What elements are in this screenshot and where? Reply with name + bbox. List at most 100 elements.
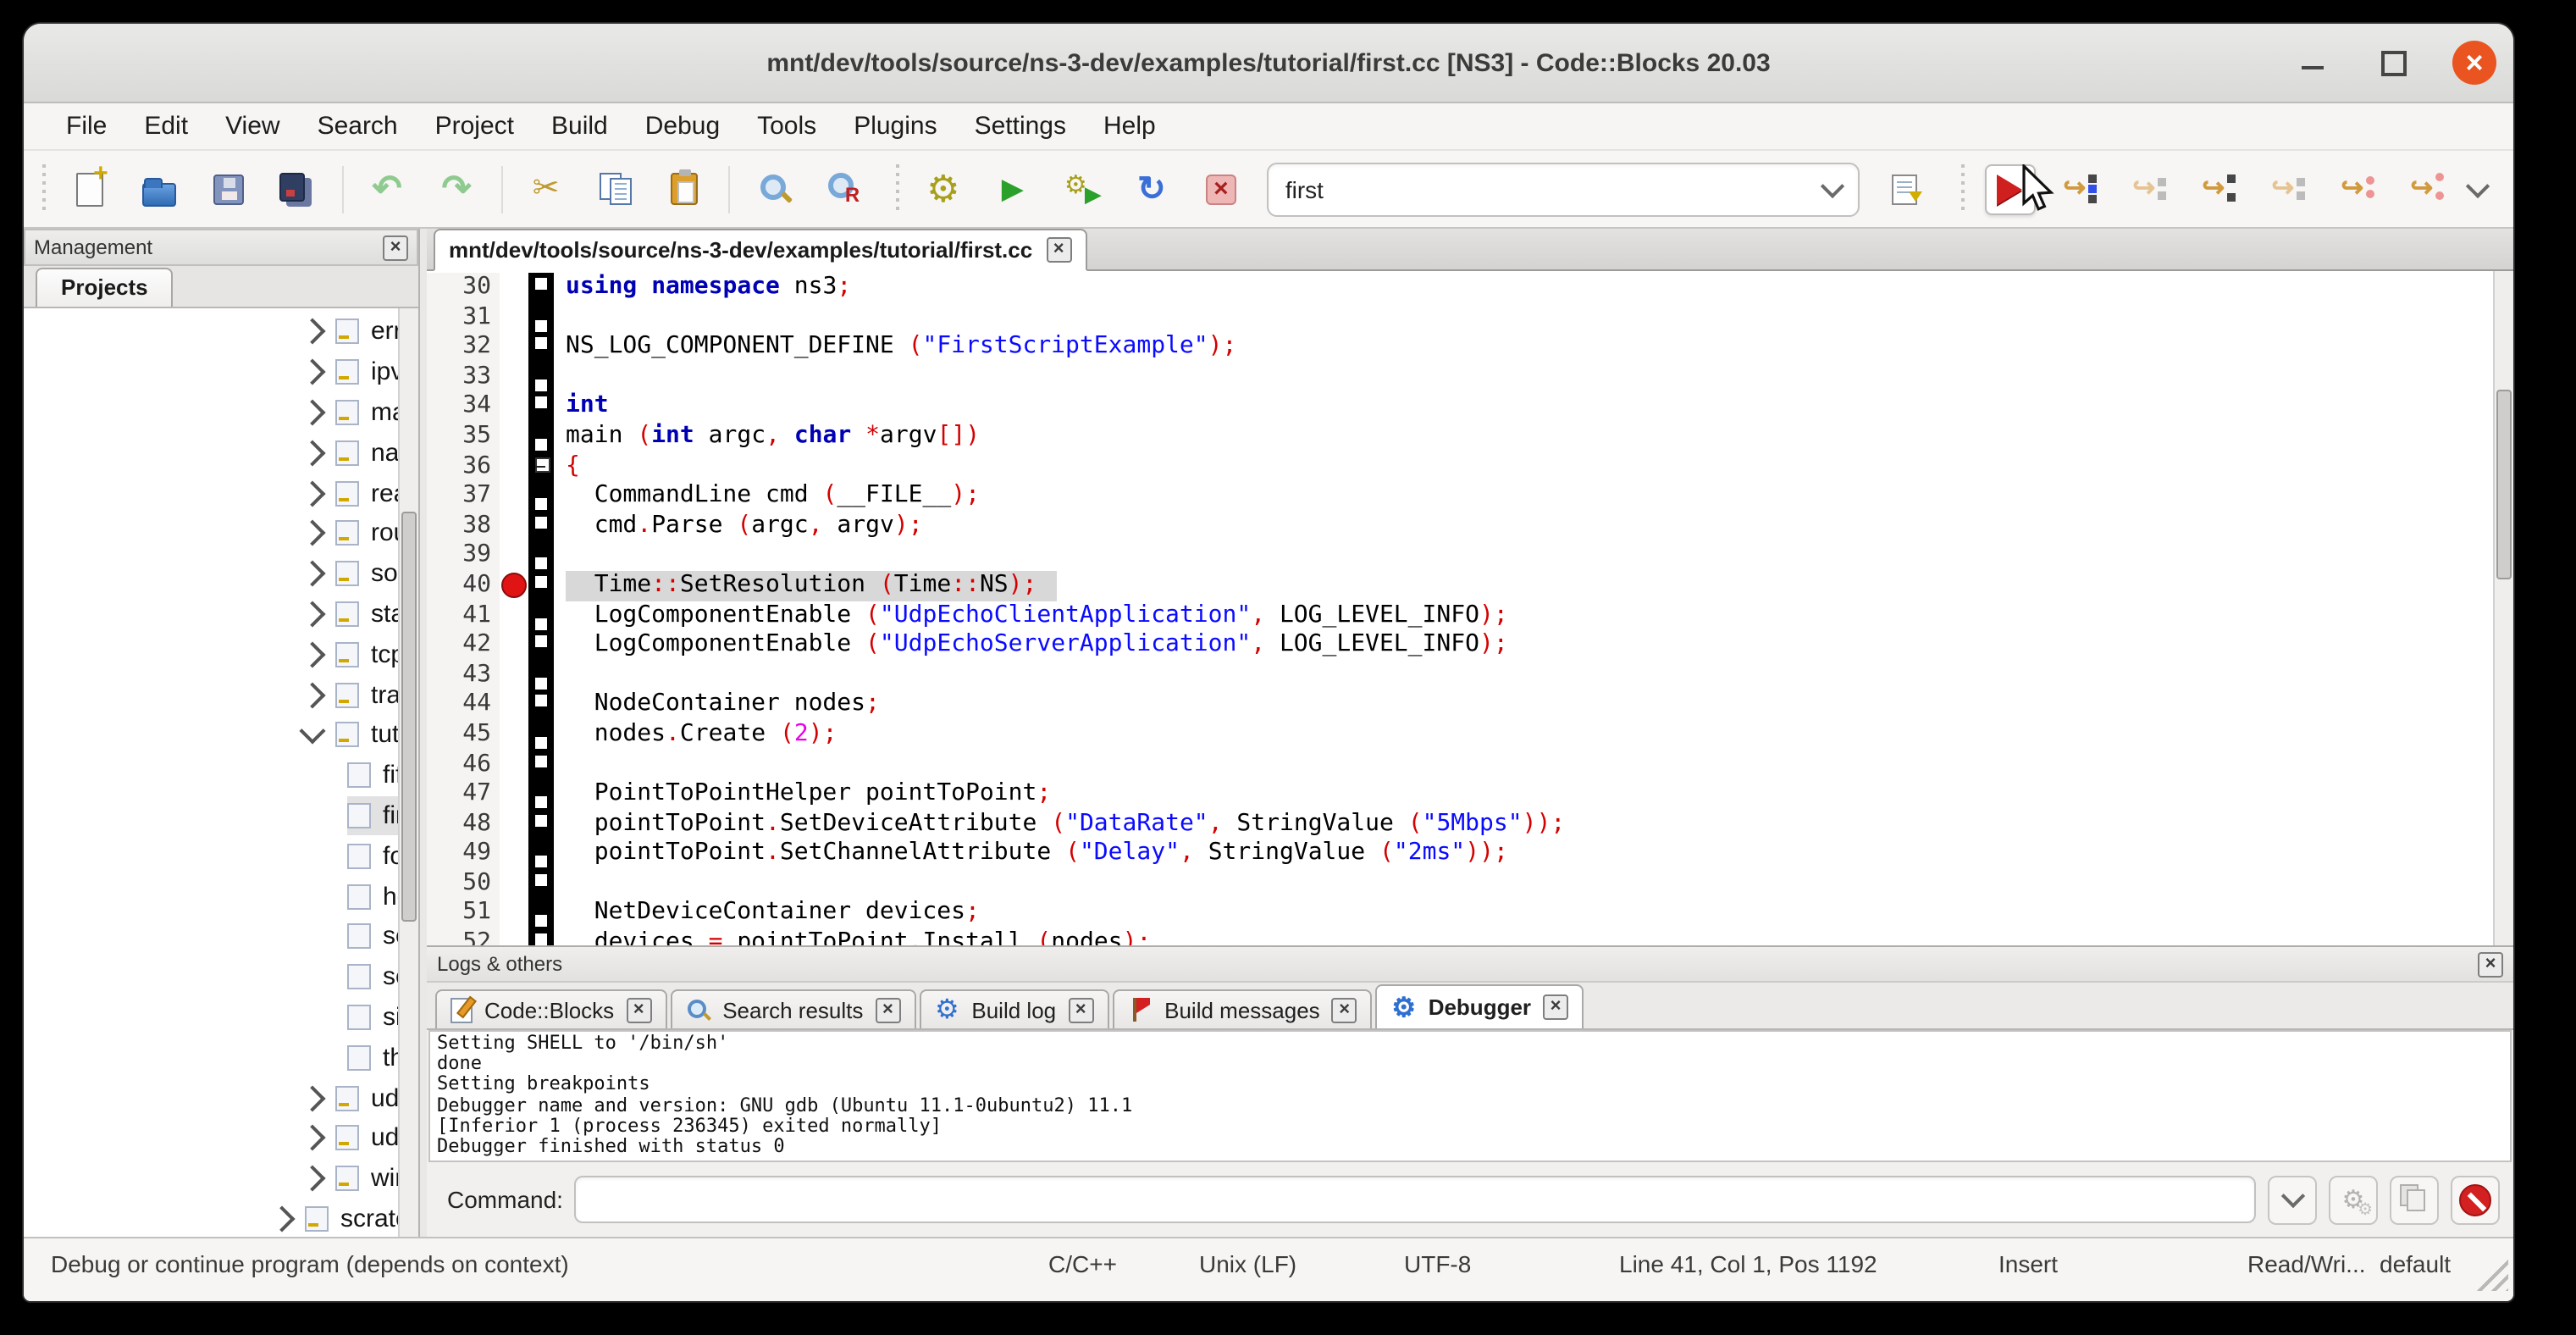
breakpoint-margin[interactable] [500,541,528,571]
line-number[interactable]: 35 [427,422,500,451]
menu-view[interactable]: View [207,112,299,141]
toolbar-grip[interactable] [42,163,49,214]
panel-splitter[interactable] [420,229,427,1237]
menu-project[interactable]: Project [417,112,533,141]
chevron-right-icon[interactable] [299,359,325,385]
menu-settings[interactable]: Settings [956,112,1085,141]
find-replace-button[interactable] [820,165,867,213]
breakpoint-margin[interactable] [500,839,528,869]
editor-scrollbar[interactable] [2493,271,2513,945]
find-button[interactable] [750,165,798,213]
tree-item-scratcl[interactable]: scratcl [24,1199,400,1237]
chevron-right-icon[interactable] [299,1166,325,1192]
breakpoint-margin[interactable] [500,332,528,362]
menu-file[interactable]: File [47,112,125,141]
menu-debug[interactable]: Debug [627,112,738,141]
close-icon[interactable] [383,235,408,260]
tree-item-six[interactable]: six [24,997,400,1038]
chevron-right-icon[interactable] [299,440,325,466]
run-to-cursor-button[interactable] [2057,165,2104,213]
line-number[interactable]: 43 [427,660,500,690]
line-number[interactable]: 52 [427,928,500,945]
tree-item-tcp[interactable]: tcp [24,634,400,675]
command-input[interactable] [575,1176,2256,1223]
open-file-button[interactable] [135,165,183,213]
line-number[interactable]: 38 [427,512,500,541]
line-number[interactable]: 32 [427,332,500,362]
line-number[interactable]: 45 [427,720,500,750]
line-number[interactable]: 44 [427,690,500,720]
line-number[interactable]: 47 [427,779,500,809]
line-number[interactable]: 41 [427,601,500,630]
minimize-icon[interactable] [2290,41,2334,85]
breakpoint-margin[interactable] [500,750,528,779]
close-icon[interactable] [1068,997,1093,1022]
build-target-select[interactable]: first [1267,162,1860,216]
breakpoint-margin[interactable] [500,302,528,332]
line-number[interactable]: 36 [427,451,500,481]
breakpoint-margin[interactable] [500,660,528,690]
tree-scrollbar-thumb[interactable] [401,512,417,922]
tree-item-wire[interactable]: wire [24,1158,400,1199]
step-into-instruction-button[interactable] [2404,165,2452,213]
line-number[interactable]: 49 [427,839,500,869]
tree-item-th[interactable]: th [24,1038,400,1078]
debugger-log-output[interactable]: Setting SHELL to '/bin/sh'doneSetting br… [428,1030,2512,1162]
line-number[interactable]: 33 [427,363,500,392]
fold-marker[interactable] [528,451,554,481]
editor-scrollbar-thumb[interactable] [2496,390,2512,579]
close-icon[interactable] [2478,951,2503,977]
step-out-button[interactable] [2265,165,2313,213]
menu-plugins[interactable]: Plugins [835,112,955,141]
tree-item-sock[interactable]: sock [24,554,400,595]
breakpoint-margin[interactable] [500,899,528,928]
breakpoint-margin[interactable] [500,779,528,809]
tree-item-fo[interactable]: fo [24,836,400,877]
save-all-button[interactable] [274,165,322,213]
next-instruction-button[interactable] [2335,165,2382,213]
target-info-button[interactable] [1882,165,1929,213]
tree-item-udp-[interactable]: udp- [24,1118,400,1159]
rebuild-button[interactable] [1128,165,1175,213]
toolbar-grip[interactable] [1961,163,1968,214]
breakpoint-margin[interactable] [500,630,528,660]
copy-button[interactable] [592,165,639,213]
tree-item-he[interactable]: he [24,876,400,917]
breakpoint-margin[interactable] [500,451,528,481]
chevron-right-icon[interactable] [299,601,325,627]
tree-item-fif[interactable]: fif [24,756,400,796]
line-number[interactable]: 51 [427,899,500,928]
line-number[interactable]: 50 [427,869,500,899]
breakpoint-margin[interactable] [500,690,528,720]
log-tab-search-results[interactable]: Search results [670,989,915,1028]
chevron-down-icon[interactable] [299,718,325,745]
tree-item-udp[interactable]: udp [24,1077,400,1118]
chevron-right-icon[interactable] [299,1085,325,1111]
line-number[interactable]: 42 [427,630,500,660]
line-number[interactable]: 48 [427,809,500,839]
chevron-right-icon[interactable] [299,319,325,345]
tree-item-se[interactable]: se [24,917,400,957]
chevron-right-icon[interactable] [299,561,325,587]
log-tab-debugger[interactable]: Debugger [1376,984,1584,1028]
menu-search[interactable]: Search [299,112,417,141]
line-number[interactable]: 31 [427,302,500,332]
close-icon[interactable] [1543,994,1568,1020]
tab-projects[interactable]: Projects [36,268,174,307]
editor-tab-first-cc[interactable]: mnt/dev/tools/source/ns-3-dev/examples/t… [434,229,1086,271]
menu-edit[interactable]: Edit [125,112,207,141]
maximize-icon[interactable] [2371,41,2415,85]
menu-build[interactable]: Build [533,112,627,141]
debug-settings-button[interactable] [2329,1175,2378,1224]
line-number[interactable]: 39 [427,541,500,571]
tree-item-mat[interactable]: mat [24,392,400,433]
build-button[interactable] [920,165,967,213]
breakpoint-margin[interactable] [500,720,528,750]
save-file-button[interactable] [205,165,252,213]
cut-button[interactable] [522,165,570,213]
chevron-right-icon[interactable] [299,399,325,425]
breakpoint-margin[interactable] [500,869,528,899]
stop-debugger-button[interactable] [2451,1175,2500,1224]
toolbar-grip[interactable] [896,163,903,214]
chevron-right-icon[interactable] [299,682,325,708]
